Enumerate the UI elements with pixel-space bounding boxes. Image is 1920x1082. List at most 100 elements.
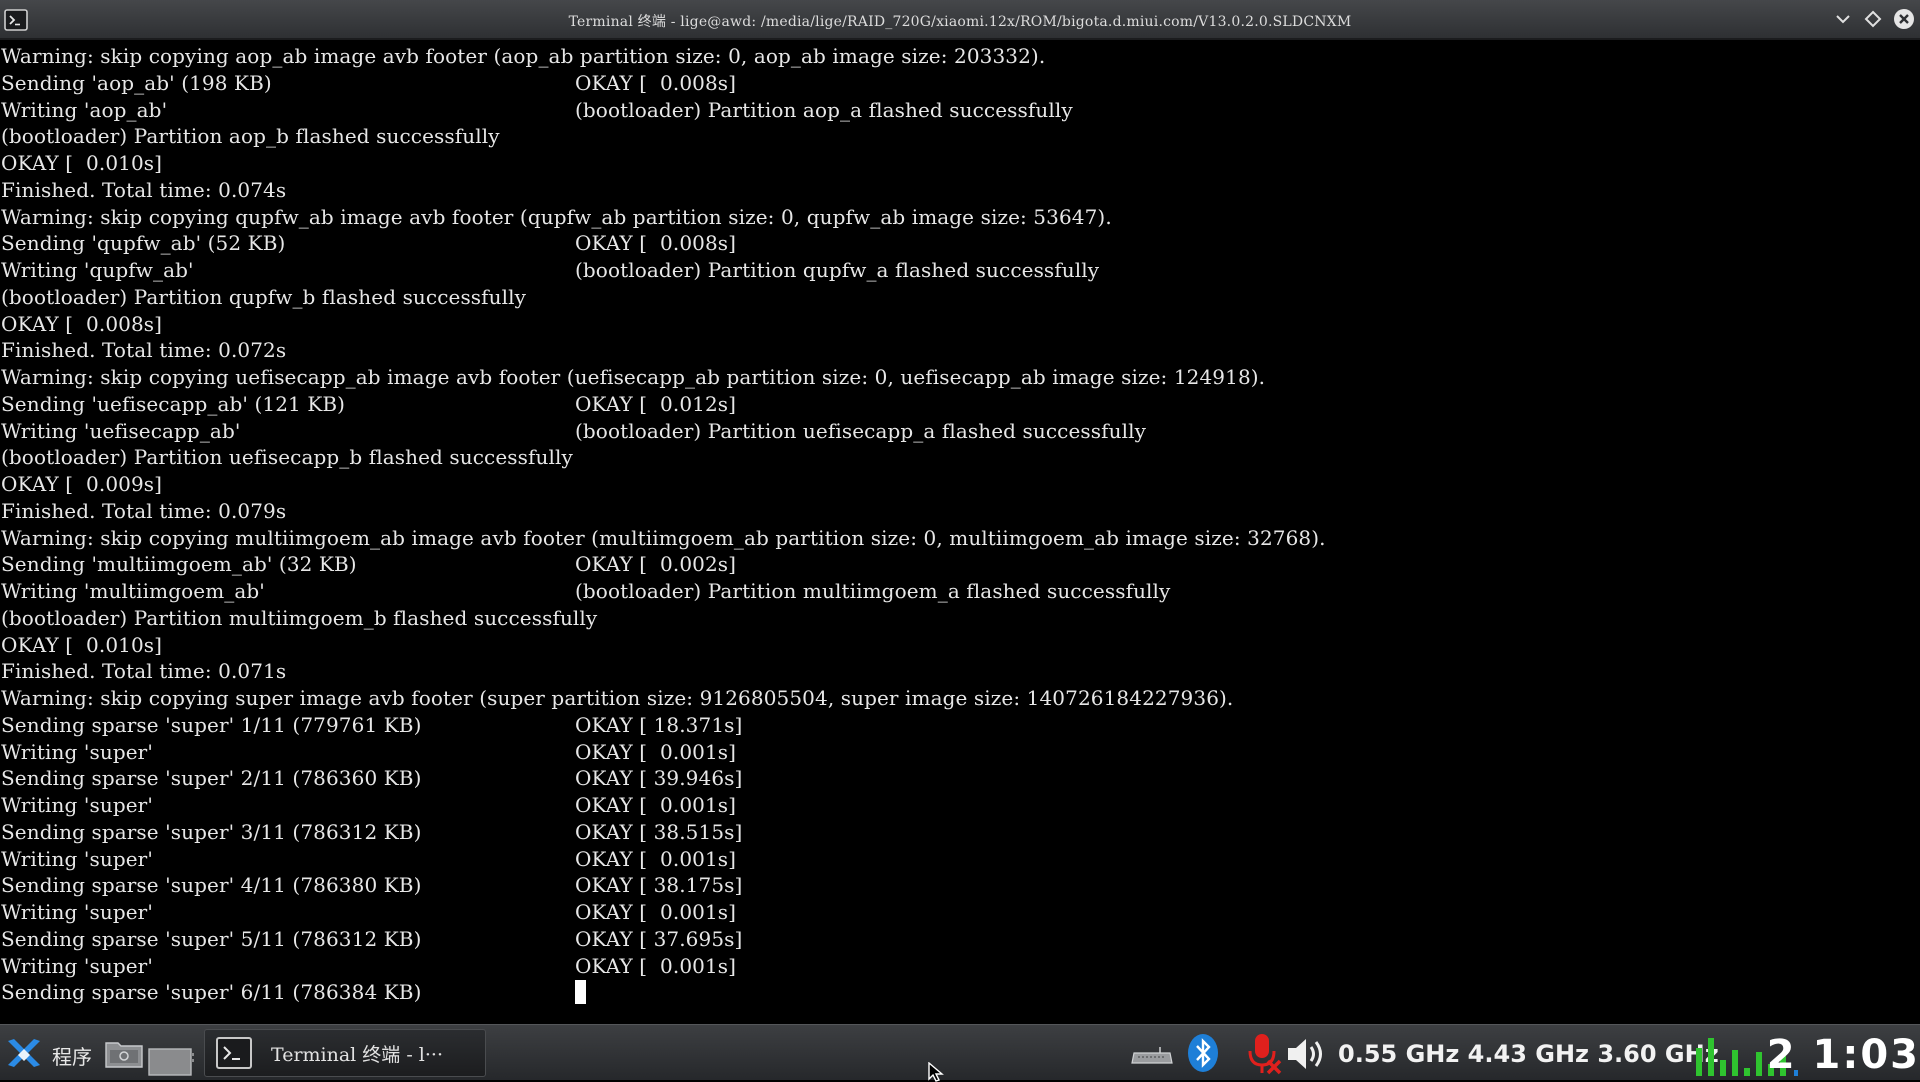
terminal-icon [216, 1037, 252, 1069]
terminal-line: Writing 'uefisecapp_ab' (bootloader) Part… [1, 418, 1326, 445]
terminal-line-text: Writing 'super' [1, 739, 153, 764]
terminal-line-text: Writing 'super' [1, 900, 153, 924]
terminal-line-text: Sending 'qupfw_ab' (52 KB) [1, 231, 286, 256]
terminal-line-status: OKAY [ 0.002s] [575, 552, 737, 577]
terminal-line: Sending 'qupfw_ab' (52 KB) OKAY [ 0.008s] [1, 230, 1326, 257]
terminal-lines: Warning: skip copying aop_ab image avb f… [1, 43, 1326, 1006]
terminal-line-text: Sending sparse 'super' 6/11 (786384 KB) [1, 980, 422, 1005]
terminal-line-status: (bootloader) Partition uefisecapp_a flas… [575, 418, 1147, 443]
file-manager-icon[interactable] [104, 1037, 144, 1073]
terminal-line-text: Sending sparse 'super' 4/11 (786380 KB) [1, 873, 422, 898]
terminal-line: Warning: skip copying super image avb fo… [1, 685, 1326, 712]
terminal-line: Sending 'aop_ab' (198 KB) OKAY [ 0.008s] [1, 70, 1326, 97]
terminal-line-text: Writing 'super' [1, 846, 153, 871]
terminal-line-text: Warning: skip copying aop_ab image avb f… [1, 44, 1046, 68]
terminal-line-text: OKAY [ 0.010s] [1, 151, 163, 175]
terminal-line: Writing 'qupfw_ab' (bootloader) Partition… [1, 257, 1326, 284]
terminal-line: Warning: skip copying qupfw_ab image avb… [1, 204, 1326, 231]
terminal-line: (bootloader) Partition aop_b flashed suc… [1, 123, 1326, 150]
terminal-line-status: OKAY [ 38.175s] [575, 873, 743, 898]
terminal-line-text: Finished. Total time: 0.079s [1, 498, 287, 523]
terminal-line-status: OKAY [ 18.371s] [575, 712, 743, 737]
cpu-frequency-readout: 0.55 GHz 4.43 GHz 3.60 GHz [1338, 1040, 1719, 1068]
terminal-line-status: OKAY [ 0.001s] [575, 739, 737, 764]
terminal-line: Sending 'multiimgoem_ab' (32 KB) OKAY [ 0… [1, 551, 1326, 578]
terminal-line: Finished. Total time: 0.074s [1, 177, 1326, 204]
terminal-line: Finished. Total time: 0.071s [1, 658, 1326, 685]
terminal-line: Writing 'super' OKAY [ 0.001s] [1, 739, 1326, 766]
chevron-down-icon[interactable] [1832, 8, 1854, 30]
terminal-line-text: (bootloader) Partition multiimgoem_b fla… [1, 605, 598, 630]
terminal-line: Finished. Total time: 0.079s [1, 498, 1326, 525]
terminal-line-status: (bootloader) Partition qupfw_a flashed s… [575, 258, 1100, 282]
terminal-line-text: Writing 'qupfw_ab' [1, 258, 194, 282]
terminal-line-text: Warning: skip copying qupfw_ab image avb… [1, 204, 1112, 229]
terminal-line-status: OKAY [ 0.001s] [575, 953, 737, 978]
terminal-line-text: Writing 'aop_ab' [1, 97, 168, 122]
terminal-line-text: Sending sparse 'super' 1/11 (779761 KB) [1, 712, 422, 737]
terminal-line-text: Sending sparse 'super' 3/11 (786312 KB) [1, 819, 422, 844]
terminal-line: Finished. Total time: 0.072s [1, 337, 1326, 364]
terminal-line: Sending sparse 'super' 4/11 (786380 KB) O… [1, 872, 1326, 899]
terminal-line-text: OKAY [ 0.008s] [1, 311, 163, 336]
window-titlebar[interactable]: Terminal 终端 - lige@awd: /media/lige/RAID… [0, 0, 1920, 40]
terminal-line-status: OKAY [ 39.946s] [575, 766, 743, 791]
terminal-line-text: Finished. Total time: 0.071s [1, 659, 287, 684]
diamond-icon[interactable] [1862, 8, 1884, 30]
mouse-pointer-icon [928, 1062, 944, 1082]
terminal-line-text: Sending sparse 'super' 5/11 (786312 KB) [1, 926, 422, 951]
terminal-line-status: OKAY [ 0.001s] [575, 846, 737, 871]
start-menu-button[interactable]: 程序 [4, 1035, 92, 1075]
terminal-line: (bootloader) Partition qupfw_b flashed s… [1, 284, 1326, 311]
bluetooth-icon[interactable] [1186, 1033, 1220, 1077]
terminal-line: OKAY [ 0.008s] [1, 311, 1326, 338]
clock[interactable]: 2 1:03 [1767, 1032, 1920, 1078]
terminal-line-text: Warning: skip copying multiimgoem_ab ima… [1, 525, 1326, 550]
terminal-line-text: Warning: skip copying super image avb fo… [1, 686, 1234, 710]
terminal-output[interactable]: Warning: skip copying aop_ab image avb f… [0, 42, 1920, 1024]
terminal-line: Sending sparse 'super' 5/11 (786312 KB) O… [1, 926, 1326, 953]
start-menu-label: 程序 [52, 1044, 92, 1069]
terminal-line-status: OKAY [ 38.515s] [575, 819, 743, 844]
desktop-icon[interactable] [148, 1045, 194, 1081]
terminal-line: (bootloader) Partition multiimgoem_b fla… [1, 605, 1326, 632]
terminal-line-text: Finished. Total time: 0.072s [1, 338, 287, 363]
terminal-line: (bootloader) Partition uefisecapp_b flas… [1, 444, 1326, 471]
terminal-line: Writing 'super' OKAY [ 0.001s] [1, 899, 1326, 926]
terminal-line-text: Writing 'multiimgoem_ab' [1, 579, 265, 603]
terminal-line-text: OKAY [ 0.010s] [1, 632, 163, 657]
terminal-line-text: (bootloader) Partition qupfw_b flashed s… [1, 284, 527, 309]
terminal-line-status: (bootloader) Partition multiimgoem_a fla… [575, 579, 1171, 603]
terminal-line: Writing 'multiimgoem_ab' (bootloader) Par… [1, 578, 1326, 605]
terminal-line: Sending sparse 'super' 6/11 (786384 KB) [1, 979, 1326, 1006]
microphone-muted-icon[interactable] [1242, 1031, 1284, 1081]
terminal-line-text: Warning: skip copying uefisecapp_ab imag… [1, 365, 1266, 389]
terminal-cursor [575, 980, 586, 1005]
terminal-line-status: OKAY [ 0.008s] [575, 70, 737, 95]
terminal-line-text: Sending 'uefisecapp_ab' (121 KB) [1, 391, 346, 416]
terminal-line-text: Sending 'aop_ab' (198 KB) [1, 70, 272, 95]
terminal-line: Writing 'super' OKAY [ 0.001s] [1, 953, 1326, 980]
terminal-line: OKAY [ 0.010s] [1, 632, 1326, 659]
terminal-line: Warning: skip copying uefisecapp_ab imag… [1, 364, 1326, 391]
volume-icon[interactable] [1286, 1035, 1328, 1077]
terminal-line-status: OKAY [ 0.001s] [575, 900, 737, 924]
terminal-line-text: (bootloader) Partition aop_b flashed suc… [1, 124, 500, 149]
terminal-line: Warning: skip copying aop_ab image avb f… [1, 43, 1326, 70]
terminal-line-status: OKAY [ 37.695s] [575, 926, 743, 951]
terminal-line-text: (bootloader) Partition uefisecapp_b flas… [1, 445, 573, 470]
terminal-line-text: Writing 'super' [1, 793, 153, 817]
terminal-line: Sending sparse 'super' 3/11 (786312 KB) O… [1, 819, 1326, 846]
taskbar-terminal-task[interactable]: Terminal 终端 - l··· [204, 1029, 486, 1077]
terminal-line-status: (bootloader) Partition aop_a flashed suc… [575, 97, 1073, 122]
taskbar-terminal-label: Terminal 终端 - l··· [271, 1043, 443, 1066]
terminal-line-status: OKAY [ 0.001s] [575, 793, 737, 817]
terminal-line-text: Finished. Total time: 0.074s [1, 177, 287, 202]
terminal-line: OKAY [ 0.009s] [1, 471, 1326, 498]
close-icon[interactable] [1893, 8, 1915, 30]
keyboard-icon[interactable] [1130, 1045, 1174, 1069]
terminal-line: OKAY [ 0.010s] [1, 150, 1326, 177]
terminal-line-text: Sending 'multiimgoem_ab' (32 KB) [1, 552, 357, 577]
terminal-line-text: OKAY [ 0.009s] [1, 472, 163, 496]
terminal-line-text: Writing 'super' [1, 953, 153, 978]
